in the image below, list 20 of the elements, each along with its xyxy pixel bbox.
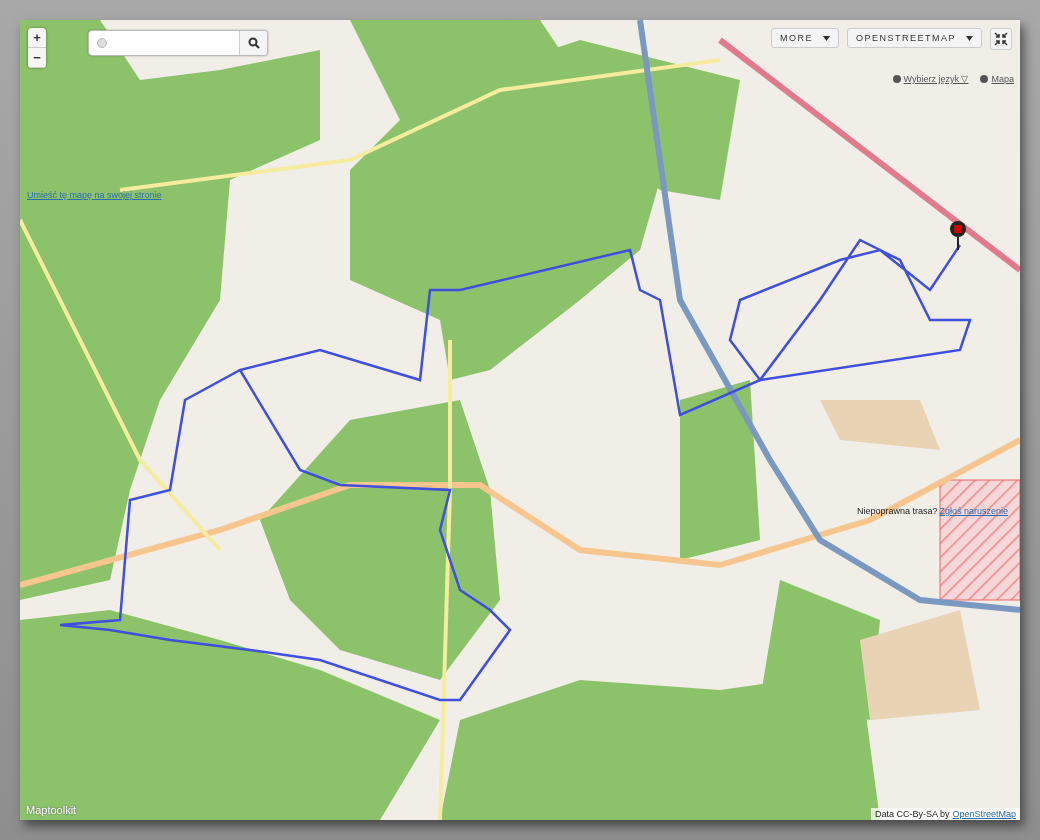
search-icon <box>247 37 260 49</box>
help-link[interactable]: Mapa <box>980 74 1014 84</box>
caret-icon <box>966 35 973 41</box>
report-text: Niepoprawna trasa? <box>856 506 938 516</box>
zoom-out-button[interactable]: − <box>28 48 46 68</box>
collapse-icon <box>994 32 1008 46</box>
map-panel[interactable]: + − MORE OPENSTREETMAP Wybierz język ▽ Mapa Umieść tę mapę na swojej stronie Niepoprawna trasa? Zgłoś naruszenie Maptoolkit Data CC-By-SA by OpenStreetMap <box>20 20 1020 820</box>
attribution-text: Data CC-By-SA by <box>874 809 950 819</box>
caret-icon <box>823 35 830 41</box>
brand-text: Maptoolkit <box>26 804 77 816</box>
help-link[interactable]: Wybierz język ▽ <box>892 74 969 84</box>
search-field[interactable] <box>88 30 268 56</box>
report-link[interactable]: Zgłoś naruszenie <box>939 506 1008 516</box>
map-pin-icon[interactable] <box>948 220 968 250</box>
map-menu-button[interactable]: MORE <box>771 28 839 48</box>
map-menu-button[interactable]: OPENSTREETMAP <box>847 28 982 48</box>
zoom-in-button[interactable]: + <box>28 28 46 48</box>
collapse-button[interactable] <box>990 28 1012 50</box>
search-button[interactable] <box>239 31 267 55</box>
attribution-link[interactable]: OpenStreetMap <box>952 809 1016 819</box>
